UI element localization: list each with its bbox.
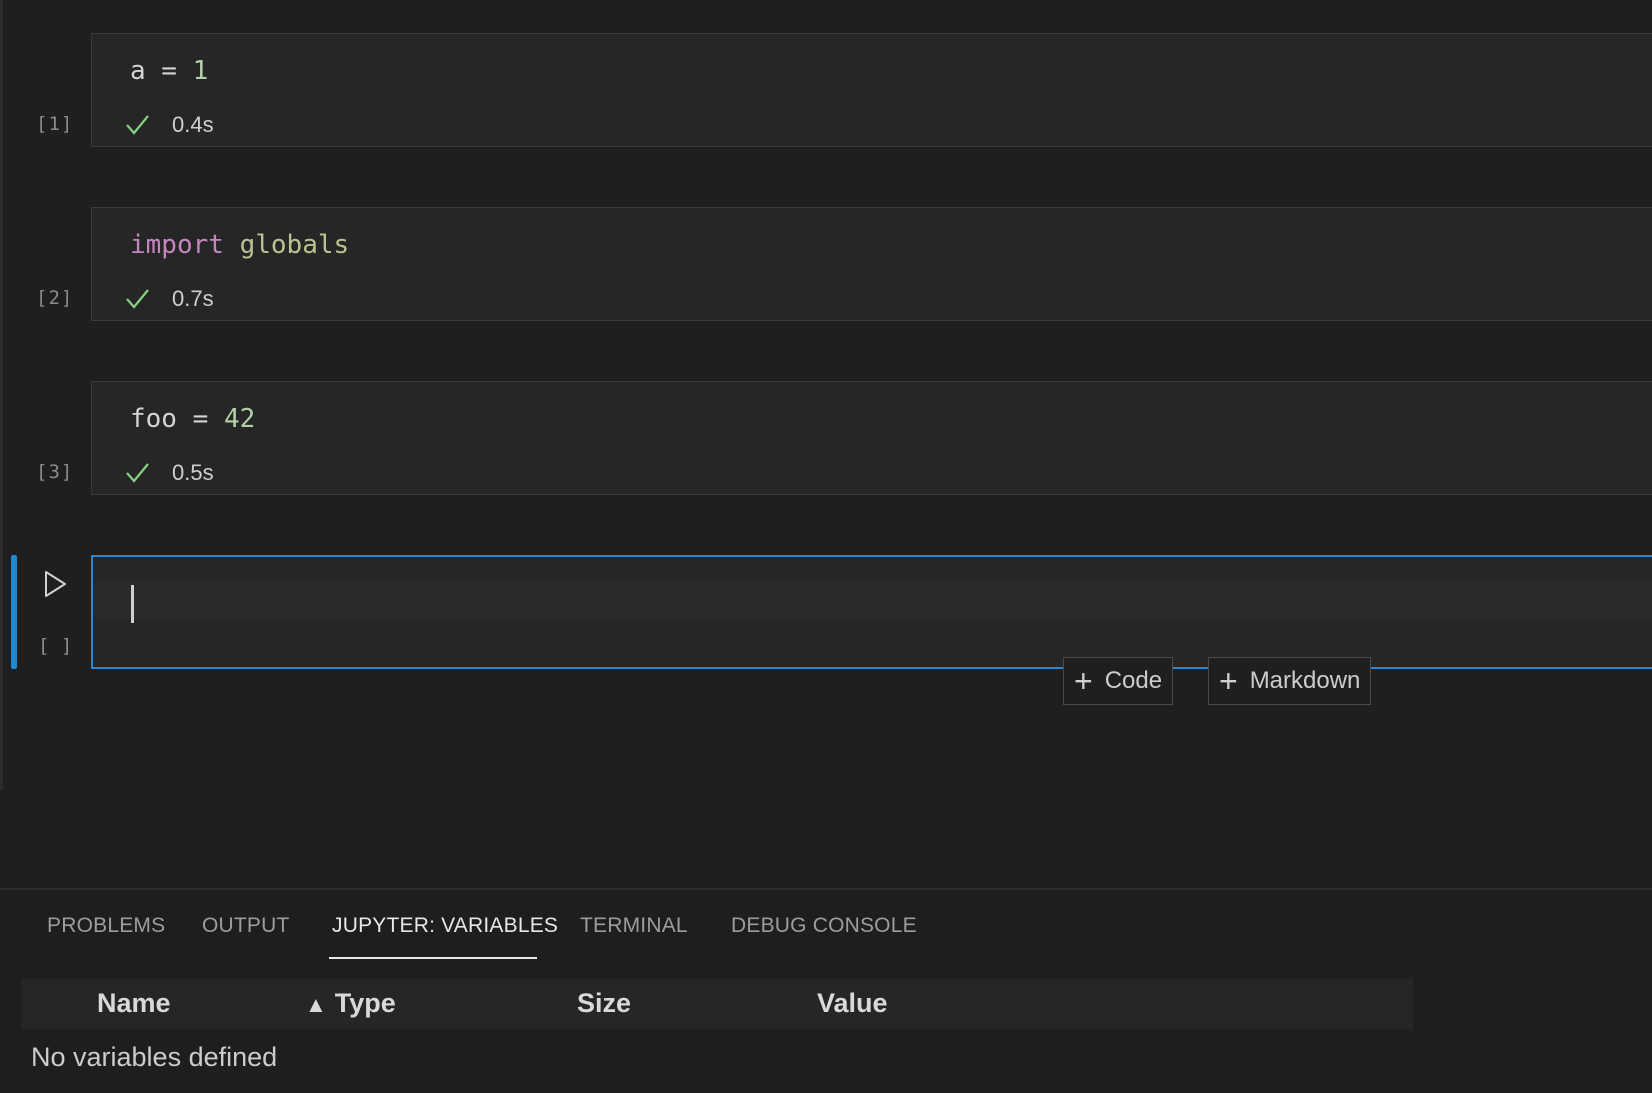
notebook-editor: [1] a = 1 0.4s [2] import globals 0.7s [… [0,0,1652,888]
variables-empty-message: No variables defined [31,1042,278,1072]
active-cell-indicator [11,555,17,669]
run-cell-button[interactable] [40,568,70,600]
code-line[interactable]: a = 1 [130,56,208,86]
active-cell-editor[interactable] [91,555,1652,669]
code-cell-2[interactable]: [2] import globals 0.7s [0,207,1652,321]
code-token-number: 1 [192,56,209,86]
tab-output[interactable]: OUTPUT [202,914,290,938]
code-token-op: = [145,56,193,86]
code-input[interactable] [95,579,1652,623]
column-header-name[interactable]: Name [97,988,171,1019]
add-markdown-cell-button[interactable]: + Markdown [1208,657,1372,705]
column-header-type[interactable]: ▲ Type [305,988,396,1019]
variables-table-header: Name ▲ Type Size Value [21,979,1413,1029]
plus-icon: + [1074,663,1093,699]
tab-terminal[interactable]: TERMINAL [580,914,688,938]
add-markdown-label: Markdown [1249,667,1361,694]
cell-status: 0.4s [124,110,214,140]
column-header-size[interactable]: Size [577,988,631,1019]
code-line[interactable]: foo = 42 [130,404,255,434]
execution-count: [1] [36,113,74,135]
code-token-number: 42 [223,404,256,434]
code-cell-1[interactable]: [1] a = 1 0.4s [0,33,1652,147]
add-code-label: Code [1104,667,1163,694]
tab-jupyter-variables[interactable]: JUPYTER: VARIABLES [332,914,558,938]
tab-debug-console[interactable]: DEBUG CONSOLE [731,914,917,938]
text-caret [131,585,134,623]
code-cell-3[interactable]: [3] foo = 42 0.5s [0,381,1652,495]
execution-count: [3] [36,461,74,483]
bottom-panel: PROBLEMS OUTPUT JUPYTER: VARIABLES TERMI… [0,888,1652,1093]
code-token-keyword: import [130,230,224,260]
plus-icon: + [1219,663,1238,699]
code-token-var: foo [130,404,177,434]
add-code-cell-button[interactable]: + Code [1063,657,1174,705]
sort-ascending-icon: ▲ [305,992,327,1017]
execution-duration: 0.5s [172,460,214,485]
execution-count: [2] [36,287,74,309]
check-icon [126,115,149,135]
code-line[interactable]: import globals [130,230,349,260]
cell-editor-box[interactable]: import globals 0.7s [91,207,1652,321]
cell-editor-box[interactable]: foo = 42 0.5s [91,381,1652,495]
column-header-value[interactable]: Value [817,988,888,1019]
play-icon [45,571,66,597]
execution-count-empty: [ ] [38,635,73,657]
tab-problems[interactable]: PROBLEMS [47,914,165,938]
active-tab-underline [329,957,537,959]
check-icon [126,289,149,309]
cell-editor-box[interactable]: a = 1 0.4s [91,33,1652,147]
code-token-var: a [130,56,146,86]
execution-duration: 0.4s [172,112,214,137]
panel-tabs: PROBLEMS OUTPUT JUPYTER: VARIABLES TERMI… [0,890,1652,960]
cell-status: 0.7s [124,284,214,314]
execution-duration: 0.7s [172,286,214,311]
code-token-module: globals [239,230,350,260]
cell-status: 0.5s [124,458,214,488]
check-icon [126,463,149,483]
code-token-op: = [176,404,224,434]
column-header-type-label: Type [334,988,396,1018]
